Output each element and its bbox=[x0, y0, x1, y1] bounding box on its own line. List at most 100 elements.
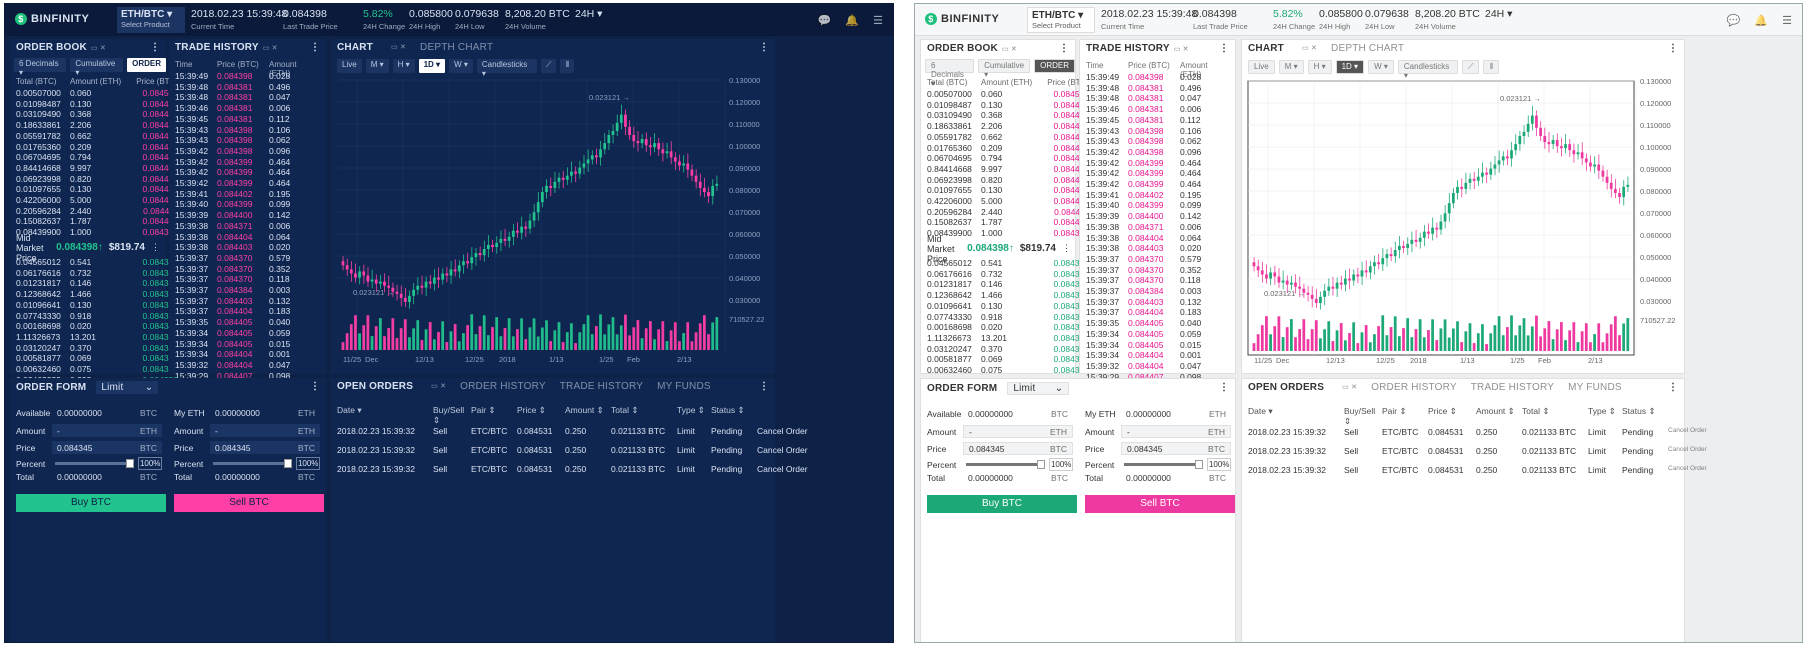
order-book-row[interactable]: 0.01231817 0.146 0.084371 bbox=[927, 279, 1089, 290]
more-icon[interactable]: ⋮ bbox=[151, 242, 160, 253]
chat-icon[interactable]: 💬 bbox=[818, 14, 832, 27]
order-book-row[interactable]: 0.84414668 9.997 0.084440 bbox=[16, 163, 178, 174]
order-book-row[interactable]: 0.06923998 0.820 0.084439 bbox=[16, 174, 178, 185]
more-icon[interactable]: ⋮ bbox=[1219, 382, 1229, 393]
more-icon[interactable]: ⋮ bbox=[1219, 43, 1229, 54]
order-type-select[interactable]: Limit ⌄ bbox=[96, 381, 159, 394]
more-icon[interactable]: ⋮ bbox=[759, 381, 769, 392]
orders-col-0[interactable]: Date ▾ bbox=[1248, 406, 1344, 427]
panel-controls-icon[interactable]: ▭ ✕ bbox=[431, 382, 446, 390]
cancel-order-link[interactable]: Cancel Order bbox=[1668, 427, 1728, 437]
orders-col-3[interactable]: Price ⇕ bbox=[517, 405, 565, 426]
decimals-select[interactable]: 6 Decimals ▾ bbox=[925, 59, 975, 88]
more-icon[interactable]: ⋮ bbox=[1062, 243, 1071, 254]
order-book-row[interactable]: 0.01097655 0.130 0.084435 bbox=[16, 184, 178, 195]
orders-col-1[interactable]: Buy/Sell ⇕ bbox=[1344, 406, 1382, 427]
tab-open-orders[interactable]: OPEN ORDERS bbox=[1248, 382, 1324, 393]
order-toggle-button[interactable]: ORDER bbox=[127, 58, 166, 72]
order-toggle-button[interactable]: ORDER bbox=[1034, 59, 1075, 73]
order-book-row[interactable]: 0.06176616 0.732 0.084380 bbox=[16, 268, 178, 279]
cumulative-select[interactable]: Cumulative ▾ bbox=[978, 59, 1031, 79]
orders-col-8[interactable] bbox=[757, 405, 817, 426]
tab-my-funds[interactable]: MY FUNDS bbox=[1568, 382, 1622, 393]
orders-col-6[interactable]: Type ⇕ bbox=[677, 405, 711, 426]
panel-controls-icon[interactable]: ▭ ✕ bbox=[263, 45, 278, 52]
order-book-row[interactable]: 0.18633861 2.206 0.084469 bbox=[927, 121, 1089, 132]
orders-col-7[interactable]: Status ⇕ bbox=[711, 405, 757, 426]
order-book-row[interactable]: 0.00168698 0.020 0.084349 bbox=[16, 321, 178, 332]
right-percent-slider[interactable] bbox=[1124, 460, 1204, 469]
order-book-row[interactable]: 0.01231817 0.146 0.084371 bbox=[16, 278, 178, 289]
order-book-row[interactable]: 0.03120247 0.370 0.084331 bbox=[16, 343, 178, 354]
left-percent-value[interactable]: 100% bbox=[1049, 458, 1074, 471]
orders-col-7[interactable]: Status ⇕ bbox=[1622, 406, 1668, 427]
order-book-row[interactable]: 0.42206000 5.000 0.084412 bbox=[16, 195, 178, 206]
left-price-field[interactable]: 0.084345 BTC bbox=[52, 441, 162, 454]
brand-logo[interactable]: $ BINFINITY bbox=[925, 13, 999, 25]
cumulative-select[interactable]: Cumulative ▾ bbox=[70, 58, 124, 77]
panel-controls-icon[interactable]: ▭ ✕ bbox=[1342, 383, 1357, 391]
tab-trade-history[interactable]: TRADE HISTORY bbox=[1471, 382, 1554, 393]
right-amount-field[interactable]: - ETH bbox=[210, 424, 320, 437]
tab-trade-history[interactable]: TRADE HISTORY bbox=[560, 381, 643, 392]
order-book-row[interactable]: 0.01098487 0.130 0.084499 bbox=[927, 100, 1089, 111]
sell-button[interactable]: Sell BTC bbox=[174, 494, 324, 512]
orders-col-1[interactable]: Buy/Sell ⇕ bbox=[433, 405, 471, 426]
order-book-row[interactable]: 0.03120247 0.370 0.084331 bbox=[927, 344, 1089, 355]
orders-col-0[interactable]: Date ▾ bbox=[337, 405, 433, 426]
order-book-row[interactable]: 0.15082637 1.787 0.084402 bbox=[16, 216, 178, 227]
orders-col-2[interactable]: Pair ⇕ bbox=[1382, 406, 1428, 427]
order-book-row[interactable]: 0.04565012 0.541 0.084381 bbox=[16, 257, 178, 268]
more-icon[interactable]: ⋮ bbox=[150, 42, 160, 53]
order-book-row[interactable]: 0.84414668 9.997 0.084440 bbox=[927, 164, 1089, 175]
decimals-select[interactable]: 6 Decimals ▾ bbox=[14, 58, 67, 77]
cancel-order-link[interactable]: Cancel Order bbox=[1668, 465, 1728, 475]
cancel-order-link[interactable]: Cancel Order bbox=[757, 445, 817, 455]
order-book-row[interactable]: 0.20596284 2.440 0.084411 bbox=[16, 206, 178, 217]
order-book-row[interactable]: 0.12368642 1.466 0.084370 bbox=[16, 289, 178, 300]
candlestick-chart[interactable]: 0.130000 0.120000 0.110000 0.100000 0.090000… bbox=[1242, 40, 1686, 375]
order-book-row[interactable]: 0.06923998 0.820 0.084439 bbox=[927, 175, 1089, 186]
bell-icon[interactable]: 🔔 bbox=[845, 14, 859, 27]
order-book-row[interactable]: 0.00168698 0.020 0.084349 bbox=[927, 322, 1089, 333]
tab-my-funds[interactable]: MY FUNDS bbox=[657, 381, 711, 392]
order-book-row[interactable]: 0.03109490 0.368 0.084497 bbox=[927, 110, 1089, 121]
left-percent-slider[interactable] bbox=[55, 459, 135, 468]
left-percent-value[interactable]: 100% bbox=[138, 457, 163, 470]
order-book-row[interactable]: 0.06176616 0.732 0.084380 bbox=[927, 269, 1089, 280]
order-book-row[interactable]: 0.12368642 1.466 0.084370 bbox=[927, 290, 1089, 301]
order-book-row[interactable]: 0.01096641 0.130 0.084357 bbox=[927, 301, 1089, 312]
orders-col-6[interactable]: Type ⇕ bbox=[1588, 406, 1622, 427]
orders-col-8[interactable] bbox=[1668, 406, 1728, 427]
order-book-row[interactable]: 0.07743330 0.918 0.084350 bbox=[927, 312, 1089, 323]
panel-controls-icon[interactable]: ▭ ✕ bbox=[1002, 46, 1017, 53]
more-icon[interactable]: ⋮ bbox=[1059, 43, 1069, 54]
order-book-row[interactable]: 0.42206000 5.000 0.084412 bbox=[927, 196, 1089, 207]
order-book-row[interactable]: 0.05591782 0.662 0.084468 bbox=[927, 132, 1089, 143]
order-book-row[interactable]: 0.03109490 0.368 0.084497 bbox=[16, 109, 178, 120]
slider-handle[interactable] bbox=[1195, 460, 1204, 469]
more-icon[interactable]: ⋮ bbox=[1668, 382, 1678, 393]
candlestick-chart[interactable]: 0.130000 0.120000 0.110000 0.100000 0.090000… bbox=[331, 39, 775, 374]
order-book-row[interactable]: 1.11326673 13.201 0.084332 bbox=[16, 332, 178, 343]
order-book-row[interactable]: 0.00581877 0.069 0.084330 bbox=[927, 354, 1089, 365]
order-book-row[interactable]: 1.11326673 13.201 0.084332 bbox=[927, 333, 1089, 344]
slider-handle[interactable] bbox=[1037, 460, 1046, 469]
cancel-order-link[interactable]: Cancel Order bbox=[1668, 446, 1728, 456]
order-book-row[interactable]: 0.15082637 1.787 0.084402 bbox=[927, 217, 1089, 228]
orders-col-4[interactable]: Amount ⇕ bbox=[1476, 406, 1522, 427]
buy-button[interactable]: Buy BTC bbox=[16, 494, 166, 512]
order-book-row[interactable]: 0.04565012 0.541 0.084381 bbox=[927, 258, 1089, 269]
order-book-row[interactable]: 0.00507000 0.060 0.084500 bbox=[927, 89, 1089, 100]
left-percent-slider[interactable] bbox=[966, 460, 1046, 469]
order-book-row[interactable]: 0.06704695 0.794 0.084442 bbox=[16, 152, 178, 163]
sell-button[interactable]: Sell BTC bbox=[1085, 495, 1235, 513]
right-price-field[interactable]: 0.084345 BTC bbox=[1121, 442, 1231, 455]
tab-order-history[interactable]: ORDER HISTORY bbox=[1371, 382, 1457, 393]
menu-icon[interactable]: ☰ bbox=[873, 14, 883, 27]
orders-col-2[interactable]: Pair ⇕ bbox=[471, 405, 517, 426]
order-book-row[interactable]: 0.01096641 0.130 0.084357 bbox=[16, 300, 178, 311]
more-icon[interactable]: ⋮ bbox=[310, 42, 320, 53]
orders-col-3[interactable]: Price ⇕ bbox=[1428, 406, 1476, 427]
cancel-order-link[interactable]: Cancel Order bbox=[757, 426, 817, 436]
